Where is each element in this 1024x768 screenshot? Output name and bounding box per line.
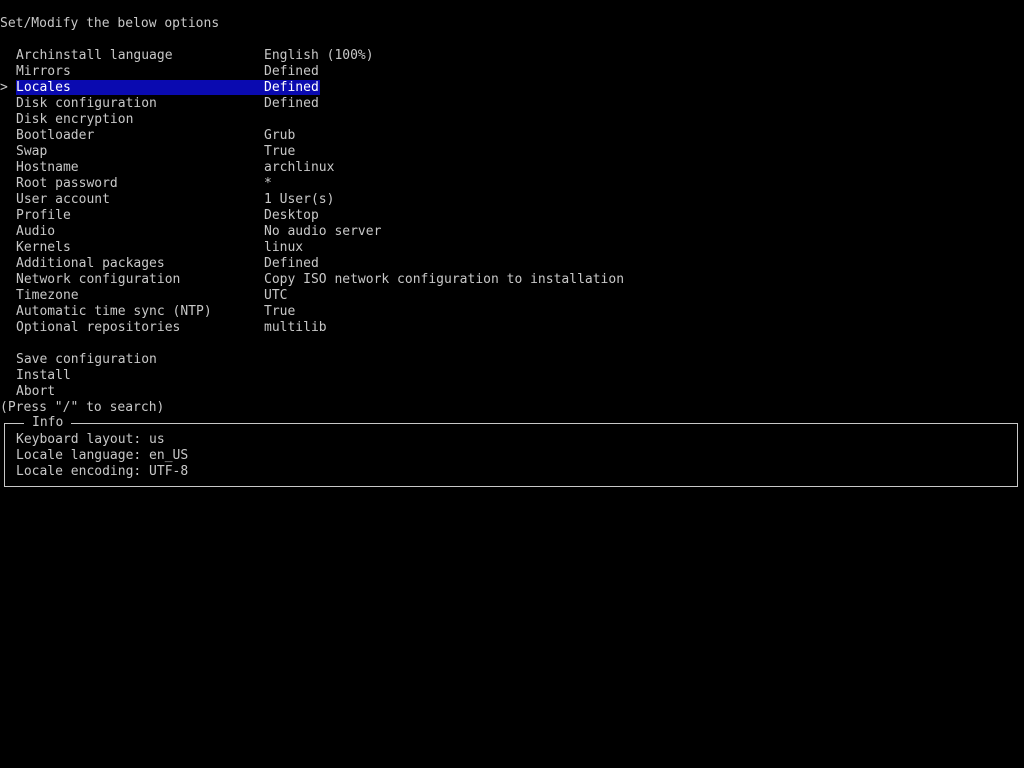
info-keyboard-layout: Keyboard layout: us	[16, 432, 165, 447]
option-value: Grub	[264, 128, 296, 143]
option-label: Bootloader	[16, 128, 95, 143]
option-value: True	[264, 144, 296, 159]
option-label: Mirrors	[16, 64, 71, 79]
option-value: *	[264, 176, 272, 191]
option-value: Defined	[264, 64, 319, 79]
save-configuration-action[interactable]: Save configuration	[16, 352, 157, 368]
option-value: linux	[264, 240, 304, 255]
selection-cursor-icon: >	[0, 80, 8, 95]
info-locale-encoding: Locale encoding: UTF-8	[16, 464, 189, 479]
option-label: Kernels	[16, 240, 71, 255]
option-label: Hostname	[16, 160, 79, 175]
info-panel-title: Info	[24, 415, 72, 431]
install-action[interactable]: Install	[16, 368, 71, 384]
option-label: Disk configuration	[16, 96, 157, 111]
option-value: Defined	[264, 256, 319, 271]
option-label: Root password	[16, 176, 118, 191]
option-label: Timezone	[16, 288, 79, 303]
option-label: Disk encryption	[16, 112, 134, 127]
option-label: Audio	[16, 224, 56, 239]
option-label: Automatic time sync (NTP)	[16, 304, 212, 319]
option-value: English (100%)	[264, 48, 374, 63]
option-label: Locales	[16, 80, 71, 95]
abort-action[interactable]: Abort	[16, 384, 55, 400]
option-value: No audio server	[264, 224, 382, 239]
option-label: Archinstall language	[16, 48, 173, 63]
option-label: User account	[16, 192, 110, 207]
option-value: Desktop	[264, 208, 319, 223]
option-value: multilib	[264, 320, 327, 335]
option-value: Copy ISO network configuration to instal…	[264, 272, 625, 287]
header-text: Set/Modify the below options	[0, 16, 220, 31]
option-value: 1 User(s)	[264, 192, 335, 207]
option-label: Profile	[16, 208, 71, 223]
option-label: Swap	[16, 144, 48, 159]
info-locale-language: Locale language: en_US	[16, 448, 189, 463]
option-label: Additional packages	[16, 256, 165, 271]
option-value: UTC	[264, 288, 288, 303]
option-label: Optional repositories	[16, 320, 181, 335]
option-value: Defined	[264, 80, 319, 95]
option-value: archlinux	[264, 160, 335, 175]
installer-screen: Set/Modify the below options Archinstall…	[0, 0, 1024, 768]
option-value: True	[264, 304, 296, 319]
search-hint: (Press "/" to search)	[0, 400, 165, 415]
option-label: Network configuration	[16, 272, 181, 287]
option-value: Defined	[264, 96, 319, 111]
